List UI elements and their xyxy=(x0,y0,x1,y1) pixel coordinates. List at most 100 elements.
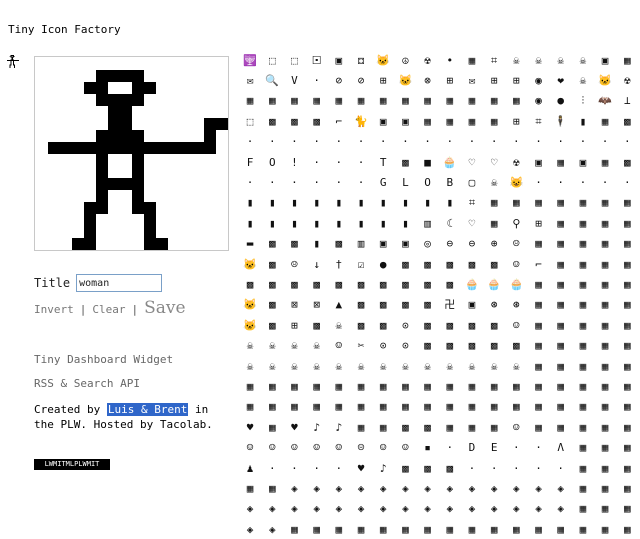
gallery-icon[interactable]: ▦ xyxy=(616,234,638,254)
gallery-icon[interactable]: ◈ xyxy=(394,499,416,519)
gallery-icon[interactable]: ▦ xyxy=(527,417,549,437)
gallery-icon[interactable]: · xyxy=(328,458,350,478)
editor-pixel[interactable] xyxy=(36,130,48,142)
gallery-icon[interactable]: ▦ xyxy=(616,356,638,376)
gallery-icon[interactable]: ▦ xyxy=(483,193,505,213)
gallery-icon[interactable]: ☠ xyxy=(283,335,305,355)
editor-pixel[interactable] xyxy=(132,178,144,190)
gallery-icon[interactable]: ▦ xyxy=(527,315,549,335)
gallery-icon[interactable]: ■ xyxy=(417,152,439,172)
editor-pixel[interactable] xyxy=(144,82,156,94)
gallery-icon[interactable]: ▩ xyxy=(394,274,416,294)
gallery-icon[interactable]: ▮ xyxy=(417,193,439,213)
gallery-icon[interactable]: ▦ xyxy=(572,234,594,254)
gallery-icon[interactable]: ◈ xyxy=(306,499,328,519)
editor-pixel[interactable] xyxy=(132,226,144,238)
gallery-icon[interactable]: ▦ xyxy=(594,458,616,478)
editor-pixel[interactable] xyxy=(48,226,60,238)
save-button[interactable]: Save xyxy=(144,298,185,318)
gallery-icon[interactable]: ▦ xyxy=(616,397,638,417)
gallery-icon[interactable]: ▮ xyxy=(306,213,328,233)
editor-pixel[interactable] xyxy=(156,106,168,118)
editor-pixel[interactable] xyxy=(132,106,144,118)
gallery-icon[interactable]: · xyxy=(306,458,328,478)
editor-pixel[interactable] xyxy=(84,58,96,70)
editor-pixel[interactable] xyxy=(144,166,156,178)
gallery-icon[interactable]: ▦ xyxy=(527,376,549,396)
editor-pixel[interactable] xyxy=(216,226,228,238)
gallery-icon[interactable]: ☠ xyxy=(394,356,416,376)
editor-pixel[interactable] xyxy=(204,238,216,250)
editor-pixel[interactable] xyxy=(84,154,96,166)
gallery-icon[interactable]: 🐱 xyxy=(594,70,616,90)
gallery-icon[interactable]: ▮ xyxy=(350,193,372,213)
gallery-icon[interactable]: · xyxy=(417,132,439,152)
gallery-icon[interactable]: ▦ xyxy=(283,519,305,539)
editor-pixel[interactable] xyxy=(180,214,192,226)
gallery-icon[interactable]: · xyxy=(261,172,283,192)
gallery-icon[interactable]: ▣ xyxy=(461,295,483,315)
editor-pixel[interactable] xyxy=(216,106,228,118)
gallery-icon[interactable]: ▦ xyxy=(572,295,594,315)
gallery-icon[interactable]: ⌐ xyxy=(527,254,549,274)
gallery-icon[interactable]: ☢ xyxy=(417,50,439,70)
gallery-icon[interactable]: ▮ xyxy=(261,193,283,213)
gallery-icon[interactable]: ▮ xyxy=(239,213,261,233)
editor-pixel[interactable] xyxy=(132,214,144,226)
editor-pixel[interactable] xyxy=(84,226,96,238)
editor-pixel[interactable] xyxy=(168,238,180,250)
editor-pixel[interactable] xyxy=(192,58,204,70)
gallery-icon[interactable]: ▦ xyxy=(527,519,549,539)
editor-pixel[interactable] xyxy=(144,58,156,70)
gallery-icon[interactable]: ▦ xyxy=(505,193,527,213)
editor-pixel[interactable] xyxy=(204,190,216,202)
gallery-icon[interactable]: ◈ xyxy=(372,478,394,498)
gallery-icon[interactable]: ▦ xyxy=(372,91,394,111)
gallery-icon[interactable]: ▲ xyxy=(328,295,350,315)
gallery-icon[interactable]: · xyxy=(550,458,572,478)
gallery-icon[interactable]: · xyxy=(283,172,305,192)
editor-pixel[interactable] xyxy=(72,214,84,226)
editor-pixel[interactable] xyxy=(156,226,168,238)
editor-pixel[interactable] xyxy=(48,214,60,226)
gallery-icon[interactable]: ⊞ xyxy=(527,213,549,233)
editor-pixel[interactable] xyxy=(132,190,144,202)
editor-pixel[interactable] xyxy=(120,190,132,202)
gallery-icon[interactable]: ⊞ xyxy=(483,70,505,90)
editor-pixel[interactable] xyxy=(48,190,60,202)
gallery-icon[interactable]: ▩ xyxy=(439,274,461,294)
gallery-icon[interactable]: ☠ xyxy=(239,356,261,376)
editor-pixel[interactable] xyxy=(144,70,156,82)
editor-pixel[interactable] xyxy=(36,238,48,250)
editor-pixel[interactable] xyxy=(144,226,156,238)
gallery-icon[interactable]: ▦ xyxy=(594,437,616,457)
gallery-icon[interactable]: ▦ xyxy=(239,91,261,111)
editor-pixel[interactable] xyxy=(60,106,72,118)
editor-pixel[interactable] xyxy=(120,178,132,190)
gallery-icon[interactable]: 🧁 xyxy=(439,152,461,172)
gallery-icon[interactable]: ▦ xyxy=(616,50,638,70)
gallery-icon[interactable]: ▦ xyxy=(261,376,283,396)
editor-pixel[interactable] xyxy=(108,202,120,214)
gallery-icon[interactable]: · xyxy=(572,172,594,192)
gallery-icon[interactable]: ▦ xyxy=(417,519,439,539)
editor-pixel[interactable] xyxy=(192,106,204,118)
gallery-icon[interactable]: ☮ xyxy=(394,50,416,70)
editor-pixel[interactable] xyxy=(132,154,144,166)
gallery-icon[interactable]: ▩ xyxy=(306,111,328,131)
gallery-icon[interactable]: · xyxy=(550,132,572,152)
gallery-icon[interactable]: ☺ xyxy=(505,315,527,335)
gallery-icon[interactable]: ◈ xyxy=(239,499,261,519)
editor-pixel[interactable] xyxy=(168,226,180,238)
gallery-icon[interactable]: ▦ xyxy=(616,274,638,294)
gallery-icon[interactable]: ▩ xyxy=(283,111,305,131)
gallery-icon[interactable]: ! xyxy=(283,152,305,172)
gallery-icon[interactable]: ☠ xyxy=(439,356,461,376)
editor-pixel[interactable] xyxy=(144,214,156,226)
gallery-icon[interactable]: ◈ xyxy=(417,499,439,519)
gallery-icon[interactable]: · xyxy=(483,132,505,152)
title-input[interactable] xyxy=(76,274,163,292)
gallery-icon[interactable]: ▣ xyxy=(394,111,416,131)
editor-pixel[interactable] xyxy=(144,238,156,250)
gallery-icon[interactable]: ▦ xyxy=(483,519,505,539)
